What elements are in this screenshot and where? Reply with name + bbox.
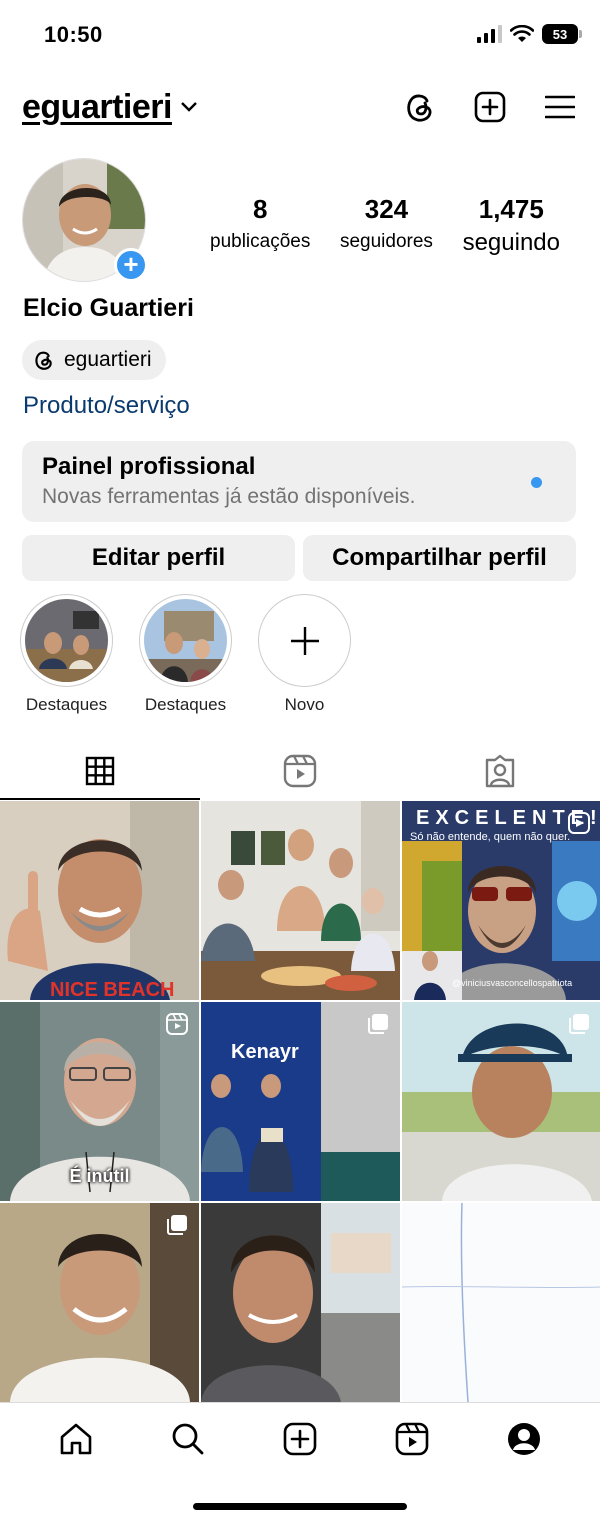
nav-profile[interactable]	[506, 1421, 542, 1457]
stat-posts-value: 8	[252, 194, 268, 224]
nav-search[interactable]	[170, 1421, 206, 1457]
create-post-button[interactable]	[472, 89, 508, 125]
chevron-down-icon	[181, 102, 197, 112]
highlight-cover	[144, 599, 227, 682]
post-thumbnail[interactable]: NICE BEACH	[0, 801, 199, 1000]
highlight-item[interactable]: Destaques	[139, 594, 232, 715]
nav-create[interactable]	[282, 1421, 318, 1457]
home-icon	[60, 1423, 92, 1454]
threads-button[interactable]	[402, 89, 438, 125]
stat-posts[interactable]: 8 publicações	[210, 194, 310, 257]
battery-icon: 53	[542, 24, 582, 44]
stat-posts-label: publicações	[210, 231, 311, 252]
profile-avatar-icon	[508, 1422, 540, 1455]
share-profile-button[interactable]: Compartilhar perfil	[303, 535, 576, 581]
post-thumbnail[interactable]	[402, 1002, 600, 1201]
search-icon	[172, 1423, 204, 1454]
notification-dot	[531, 477, 542, 488]
reel-play-icon	[568, 812, 590, 834]
username-title: eguartieri	[22, 87, 172, 126]
post-thumbnail[interactable]	[0, 1203, 199, 1402]
stat-following[interactable]: 1,475 seguindo	[463, 194, 560, 257]
tab-reels[interactable]	[200, 742, 400, 800]
tab-tagged[interactable]	[400, 742, 600, 800]
reel-overlay-subtitle: Só não entende, quem não quer.	[410, 831, 571, 843]
status-bar: 10:50 53	[0, 0, 600, 70]
dashboard-subtitle: Novas ferramentas já estão disponíveis.	[42, 485, 416, 508]
edit-profile-button[interactable]: Editar perfil	[22, 535, 295, 581]
cellular-signal-icon	[477, 25, 502, 43]
post-thumbnail[interactable]: Kenayr	[201, 1002, 400, 1201]
add-story-button[interactable]: +	[114, 248, 148, 282]
grid-icon	[85, 756, 115, 786]
plus-icon	[290, 626, 319, 655]
bottom-navigation	[0, 1402, 600, 1474]
stat-followers-value: 324	[364, 194, 409, 224]
new-highlight-button[interactable]: Novo	[258, 594, 351, 715]
stat-following-label: seguindo	[462, 229, 560, 256]
threads-handle: eguartieri	[64, 348, 152, 371]
stat-followers[interactable]: 324 seguidores	[340, 194, 433, 257]
nav-reels[interactable]	[394, 1421, 430, 1457]
status-icons: 53	[477, 24, 582, 44]
banner-brand: Kenayr	[231, 1041, 299, 1063]
threads-icon	[407, 94, 432, 122]
stat-followers-label: seguidores	[339, 231, 433, 252]
highlight-label: Destaques	[25, 695, 108, 714]
carousel-icon	[569, 1014, 589, 1034]
threads-icon	[35, 351, 52, 370]
profile-full-name: Elcio Guartieri	[23, 294, 194, 322]
carousel-icon	[167, 1215, 187, 1235]
reel-play-icon	[166, 1013, 188, 1035]
profile-header: eguartieri	[22, 84, 578, 130]
reels-icon	[283, 754, 317, 788]
reel-caption: É inútil	[69, 1166, 130, 1186]
home-indicator[interactable]	[193, 1503, 407, 1510]
account-switcher[interactable]: eguartieri	[22, 88, 198, 127]
post-thumbnail[interactable]: EXCELENTE! Só não entende, quem não quer…	[402, 801, 600, 1000]
plus-square-icon	[283, 1422, 317, 1455]
post-thumbnail[interactable]: É inútil	[0, 1002, 199, 1201]
svg-text:NICE BEACH: NICE BEACH	[50, 979, 174, 1000]
post-thumbnail[interactable]	[201, 1203, 400, 1402]
story-highlights: Destaques Destaques Novo	[20, 594, 351, 715]
hamburger-menu-icon	[545, 95, 575, 119]
reels-icon	[395, 1422, 429, 1455]
profile-tabs	[0, 742, 600, 800]
post-thumbnail[interactable]	[201, 801, 400, 1000]
posts-grid: NICE BEACH EXCELENTE! Só não entende, qu…	[0, 801, 600, 1402]
dashboard-title: Painel profissional	[42, 453, 256, 480]
profile-avatar[interactable]: +	[22, 158, 148, 282]
profile-actions: Editar perfil Compartilhar perfil	[22, 535, 576, 581]
post-thumbnail[interactable]	[402, 1203, 600, 1402]
profile-stats: 8 publicações 324 seguidores 1,475 segui…	[210, 194, 560, 257]
menu-button[interactable]	[542, 89, 578, 125]
professional-dashboard[interactable]: Painel profissional Novas ferramentas já…	[22, 441, 576, 522]
nav-home[interactable]	[58, 1421, 94, 1457]
tagged-user-icon	[485, 754, 515, 788]
plus-square-icon	[474, 91, 506, 123]
carousel-icon	[368, 1014, 388, 1034]
highlight-label: Novo	[284, 695, 325, 714]
highlight-label: Destaques	[144, 695, 227, 714]
threads-profile-link[interactable]: eguartieri	[22, 340, 166, 380]
reel-overlay-handle: @viniciusvasconcellospatriota	[452, 978, 573, 988]
tab-posts-grid[interactable]	[0, 742, 200, 800]
profile-category[interactable]: Produto/serviço	[23, 392, 190, 420]
stat-following-value: 1,475	[478, 194, 544, 224]
status-time: 10:50	[44, 22, 103, 47]
highlight-cover	[25, 599, 108, 682]
highlight-item[interactable]: Destaques	[20, 594, 113, 715]
wifi-icon	[510, 25, 534, 42]
